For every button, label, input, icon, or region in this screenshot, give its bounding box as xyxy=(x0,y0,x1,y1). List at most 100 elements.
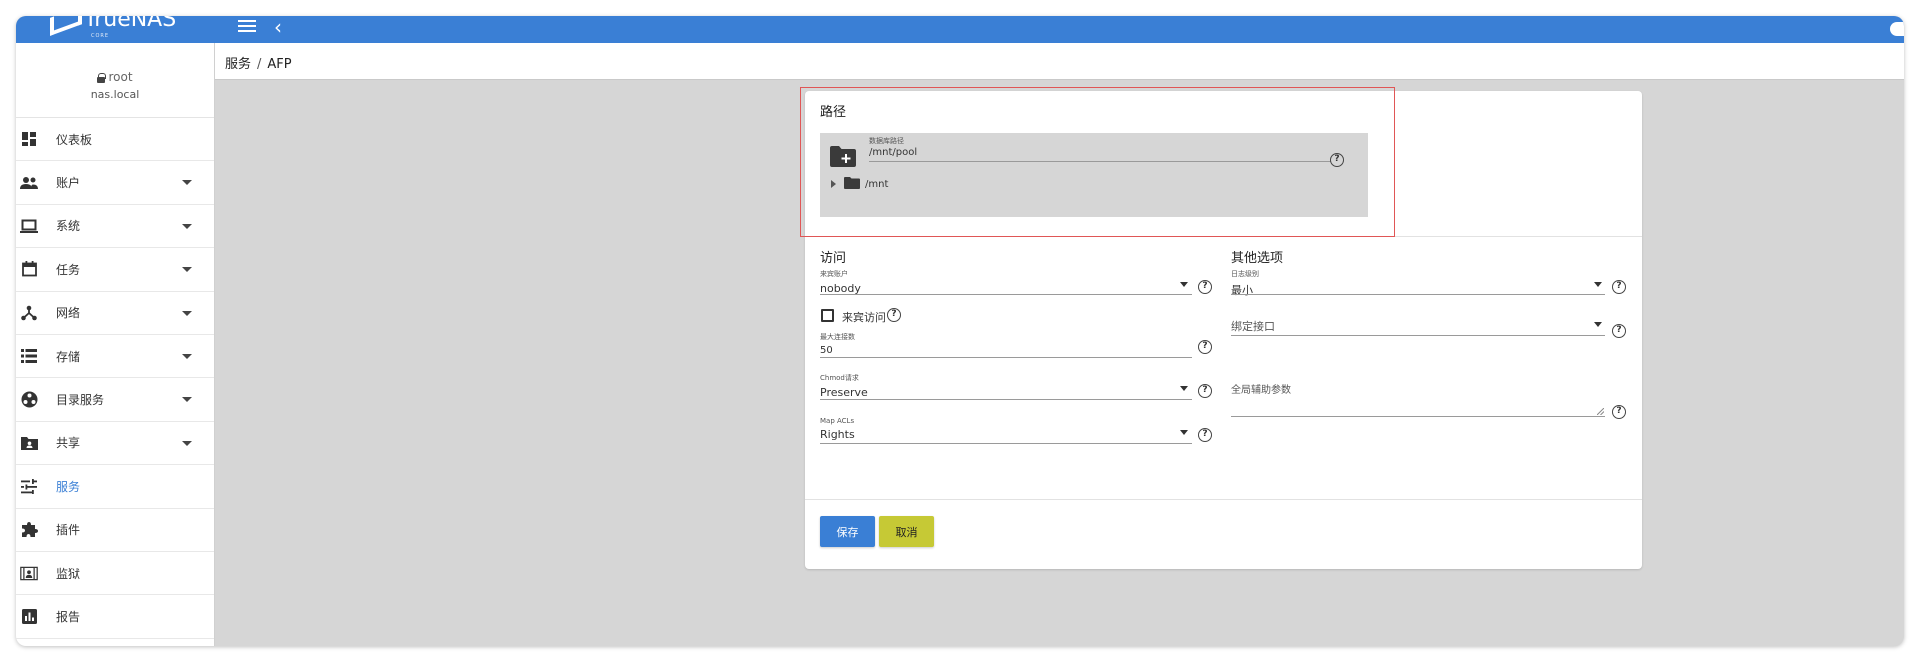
lock-icon xyxy=(97,72,107,83)
hamburger-menu-icon[interactable] xyxy=(238,20,256,34)
breadcrumb-separator: / xyxy=(257,57,262,72)
field-placeholder: 绑定接口 xyxy=(1231,320,1275,333)
calendar-icon xyxy=(20,260,38,278)
sidebar-item-label: 任务 xyxy=(56,262,81,277)
field-label: Map ACLs xyxy=(820,417,855,425)
storage-icon xyxy=(20,347,38,365)
sidebar-item-label: 账户 xyxy=(56,176,81,191)
sidebar-item-label: 目录服务 xyxy=(56,393,105,408)
field-value: Rights xyxy=(820,428,855,441)
dashboard-icon xyxy=(20,130,38,148)
field-value: 50 xyxy=(820,345,833,356)
guest-access-checkbox[interactable] xyxy=(821,309,834,322)
field-label: Chmod请求 xyxy=(820,374,859,382)
help-icon[interactable]: ? xyxy=(1612,324,1626,338)
user-info: root nas.local xyxy=(16,43,214,118)
guest-account-select[interactable]: 来宾账户 nobody xyxy=(820,269,1192,299)
dropdown-arrow-icon xyxy=(1180,282,1188,287)
people-icon xyxy=(20,174,38,192)
laptop-icon xyxy=(20,217,38,235)
sidebar-item-reports[interactable]: 报告 xyxy=(16,595,214,639)
top-bar: TrueNAS CORE ‹ xyxy=(16,16,1904,43)
sidebar-item-label: 存储 xyxy=(56,349,81,364)
field-label: 最大连接数 xyxy=(820,333,855,341)
shared-folder-icon xyxy=(20,434,38,452)
report-icon xyxy=(20,607,38,625)
dropdown-arrow-icon xyxy=(1594,282,1602,287)
log-level-select[interactable]: 日志级别 最小 xyxy=(1231,269,1605,299)
field-value: 最小 xyxy=(1231,284,1253,297)
logo-subtitle: CORE xyxy=(91,33,110,39)
truenas-logo-icon xyxy=(48,16,78,32)
field-label: 日志级别 xyxy=(1231,270,1259,278)
sidebar-item-label: 系统 xyxy=(56,219,81,234)
help-icon[interactable]: ? xyxy=(1198,280,1212,294)
hostname: nas.local xyxy=(90,88,140,101)
other-options-section-title: 其他选项 xyxy=(1231,251,1284,266)
sidebar-item-jails[interactable]: 监狱 xyxy=(16,552,214,596)
help-icon[interactable]: ? xyxy=(1198,340,1212,354)
help-icon[interactable]: ? xyxy=(1612,280,1626,294)
breadcrumb-current: AFP xyxy=(267,57,292,72)
chevron-down-icon xyxy=(182,267,192,273)
sidebar-item-network[interactable]: 网络 xyxy=(16,292,214,335)
breadcrumb: 服务 / AFP xyxy=(215,43,1904,80)
sidebar-item-label: 监狱 xyxy=(56,566,81,581)
sidebar-item-label: 插件 xyxy=(56,523,81,538)
logo-text: TrueNAS xyxy=(84,16,177,32)
dropdown-arrow-icon xyxy=(1180,430,1188,435)
sidebar-item-label: 网络 xyxy=(56,306,81,321)
sidebar-item-sharing[interactable]: 共享 xyxy=(16,422,214,466)
cancel-button[interactable]: 取消 xyxy=(879,516,934,547)
sidebar-item-label: 仪表板 xyxy=(56,132,93,147)
chevron-down-icon xyxy=(182,440,192,446)
help-icon[interactable]: ? xyxy=(1612,405,1626,419)
bind-interface-select[interactable]: 绑定接口 xyxy=(1231,315,1605,339)
max-connections-input[interactable]: 最大连接数 50 xyxy=(820,332,1192,362)
checkbox-label: 来宾访问 xyxy=(842,311,886,324)
sidebar-item-plugins[interactable]: 插件 xyxy=(16,509,214,552)
directory-icon xyxy=(20,391,38,409)
username: root xyxy=(108,70,133,84)
help-icon[interactable]: ? xyxy=(1198,384,1212,398)
field-value: Preserve xyxy=(820,386,868,399)
field-label: 来宾账户 xyxy=(820,270,848,278)
save-button[interactable]: 保存 xyxy=(820,516,875,547)
puzzle-icon xyxy=(20,521,38,539)
breadcrumb-parent[interactable]: 服务 xyxy=(225,57,251,72)
access-section-title: 访问 xyxy=(820,251,847,266)
dropdown-arrow-icon xyxy=(1594,322,1602,327)
chevron-down-icon xyxy=(182,397,192,403)
topbar-right-icon[interactable] xyxy=(1890,22,1904,36)
resize-handle-icon[interactable] xyxy=(1597,408,1604,415)
map-acls-select[interactable]: Map ACLs Rights xyxy=(820,417,1192,447)
help-icon[interactable]: ? xyxy=(1198,428,1212,442)
help-icon[interactable]: ? xyxy=(887,308,901,322)
chevron-down-icon xyxy=(182,353,192,359)
sidebar-item-storage[interactable]: 存储 xyxy=(16,335,214,379)
sidebar-item-services[interactable]: 服务 xyxy=(16,465,214,509)
chevron-down-icon xyxy=(182,180,192,186)
chevron-down-icon xyxy=(182,223,192,229)
auxiliary-parameters-textarea[interactable]: 全局辅助参数 xyxy=(1231,378,1605,420)
jail-icon xyxy=(20,564,38,582)
sidebar: root nas.local 仪表板 账户 系统 任务 网络 存储 目录服务 共… xyxy=(16,43,215,646)
path-section-highlight xyxy=(800,87,1395,237)
section-divider xyxy=(805,499,1642,500)
sidebar-item-dashboard[interactable]: 仪表板 xyxy=(16,118,214,162)
dropdown-arrow-icon xyxy=(1180,386,1188,391)
chevron-left-icon[interactable]: ‹ xyxy=(274,16,282,38)
sidebar-item-system[interactable]: 系统 xyxy=(16,205,214,249)
sidebar-item-label: 报告 xyxy=(56,609,81,624)
chmod-request-select[interactable]: Chmod请求 Preserve xyxy=(820,373,1192,403)
tune-icon xyxy=(20,477,38,495)
chevron-down-icon xyxy=(182,310,192,316)
sidebar-item-accounts[interactable]: 账户 xyxy=(16,161,214,205)
sidebar-item-label: 共享 xyxy=(56,436,81,451)
sidebar-item-directory-services[interactable]: 目录服务 xyxy=(16,378,214,422)
sidebar-item-label: 服务 xyxy=(56,479,81,494)
field-placeholder: 全局辅助参数 xyxy=(1231,385,1291,396)
truenas-logo[interactable]: TrueNAS xyxy=(48,16,176,32)
network-icon xyxy=(20,304,38,322)
sidebar-item-tasks[interactable]: 任务 xyxy=(16,248,214,292)
